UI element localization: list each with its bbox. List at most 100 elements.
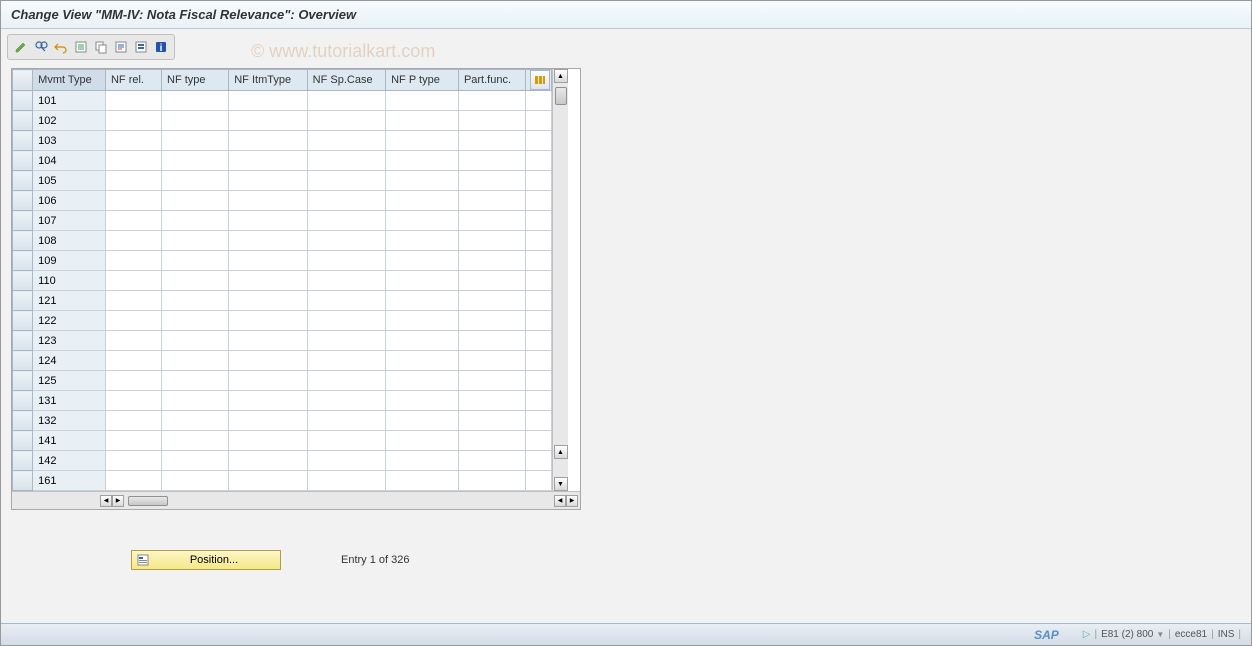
table-row[interactable]: 104 bbox=[13, 151, 552, 171]
table-row[interactable]: 122 bbox=[13, 311, 552, 331]
scroll-right-end-icon[interactable]: ▶ bbox=[566, 495, 578, 507]
column-header-nfp[interactable]: NF P type bbox=[386, 70, 459, 91]
cell-nfrel[interactable] bbox=[105, 91, 161, 111]
row-selector[interactable] bbox=[13, 231, 33, 251]
cell-nftype[interactable] bbox=[162, 191, 229, 211]
cell-nftype[interactable] bbox=[162, 271, 229, 291]
cell-nfp[interactable] bbox=[386, 431, 459, 451]
cell-nfitm[interactable] bbox=[229, 411, 307, 431]
cell-nfsp[interactable] bbox=[307, 291, 385, 311]
cell-nfp[interactable] bbox=[386, 291, 459, 311]
cell-mvmt[interactable]: 108 bbox=[33, 231, 106, 251]
cell-nfp[interactable] bbox=[386, 131, 459, 151]
cell-nfitm[interactable] bbox=[229, 271, 307, 291]
row-selector[interactable] bbox=[13, 451, 33, 471]
cell-nfsp[interactable] bbox=[307, 431, 385, 451]
cell-nfp[interactable] bbox=[386, 271, 459, 291]
table-row[interactable]: 131 bbox=[13, 391, 552, 411]
cell-part[interactable] bbox=[458, 331, 525, 351]
cell-nfp[interactable] bbox=[386, 471, 459, 491]
cell-blank[interactable] bbox=[526, 231, 552, 251]
cell-nftype[interactable] bbox=[162, 171, 229, 191]
cell-nfsp[interactable] bbox=[307, 191, 385, 211]
cell-nftype[interactable] bbox=[162, 131, 229, 151]
cell-nfrel[interactable] bbox=[105, 271, 161, 291]
cell-part[interactable] bbox=[458, 271, 525, 291]
cell-nfp[interactable] bbox=[386, 111, 459, 131]
cell-part[interactable] bbox=[458, 191, 525, 211]
cell-mvmt[interactable]: 122 bbox=[33, 311, 106, 331]
table-config-button[interactable] bbox=[526, 70, 552, 91]
cell-nfrel[interactable] bbox=[105, 251, 161, 271]
cell-nfitm[interactable] bbox=[229, 291, 307, 311]
cell-nfp[interactable] bbox=[386, 231, 459, 251]
cell-mvmt[interactable]: 121 bbox=[33, 291, 106, 311]
scroll-thumb[interactable] bbox=[555, 87, 567, 105]
cell-nfsp[interactable] bbox=[307, 391, 385, 411]
cell-nfp[interactable] bbox=[386, 171, 459, 191]
table-row[interactable]: 125 bbox=[13, 371, 552, 391]
cell-mvmt[interactable]: 124 bbox=[33, 351, 106, 371]
cell-nfitm[interactable] bbox=[229, 331, 307, 351]
cell-nfitm[interactable] bbox=[229, 471, 307, 491]
cell-nfitm[interactable] bbox=[229, 231, 307, 251]
cell-nftype[interactable] bbox=[162, 251, 229, 271]
scroll-bottom-icon[interactable]: ▼ bbox=[554, 477, 568, 491]
cell-nfitm[interactable] bbox=[229, 431, 307, 451]
cell-nftype[interactable] bbox=[162, 431, 229, 451]
cell-blank[interactable] bbox=[526, 471, 552, 491]
cell-nfsp[interactable] bbox=[307, 371, 385, 391]
cell-nfp[interactable] bbox=[386, 191, 459, 211]
row-selector[interactable] bbox=[13, 371, 33, 391]
cell-nftype[interactable] bbox=[162, 311, 229, 331]
cell-nfitm[interactable] bbox=[229, 171, 307, 191]
row-selector[interactable] bbox=[13, 391, 33, 411]
row-selector[interactable] bbox=[13, 351, 33, 371]
table-row[interactable]: 106 bbox=[13, 191, 552, 211]
cell-nfrel[interactable] bbox=[105, 211, 161, 231]
row-selector[interactable] bbox=[13, 411, 33, 431]
cell-nfrel[interactable] bbox=[105, 111, 161, 131]
cell-nftype[interactable] bbox=[162, 331, 229, 351]
cell-part[interactable] bbox=[458, 351, 525, 371]
cell-blank[interactable] bbox=[526, 191, 552, 211]
row-selector[interactable] bbox=[13, 191, 33, 211]
scroll-left-end-icon[interactable]: ◀ bbox=[554, 495, 566, 507]
cell-mvmt[interactable]: 105 bbox=[33, 171, 106, 191]
cell-nfsp[interactable] bbox=[307, 331, 385, 351]
cell-part[interactable] bbox=[458, 111, 525, 131]
hscroll-thumb[interactable] bbox=[128, 496, 168, 506]
column-header-nfrel[interactable]: NF rel. bbox=[105, 70, 161, 91]
table-row[interactable]: 124 bbox=[13, 351, 552, 371]
cell-nfrel[interactable] bbox=[105, 311, 161, 331]
cell-blank[interactable] bbox=[526, 351, 552, 371]
table-row[interactable]: 123 bbox=[13, 331, 552, 351]
cell-nfsp[interactable] bbox=[307, 351, 385, 371]
cell-nfsp[interactable] bbox=[307, 111, 385, 131]
table-row[interactable]: 101 bbox=[13, 91, 552, 111]
cell-nfitm[interactable] bbox=[229, 451, 307, 471]
cell-nfrel[interactable] bbox=[105, 331, 161, 351]
row-selector[interactable] bbox=[13, 171, 33, 191]
cell-blank[interactable] bbox=[526, 411, 552, 431]
cell-nfrel[interactable] bbox=[105, 171, 161, 191]
cell-nfrel[interactable] bbox=[105, 231, 161, 251]
cell-mvmt[interactable]: 106 bbox=[33, 191, 106, 211]
cell-nfsp[interactable] bbox=[307, 231, 385, 251]
cell-mvmt[interactable]: 102 bbox=[33, 111, 106, 131]
cell-mvmt[interactable]: 107 bbox=[33, 211, 106, 231]
cell-nfsp[interactable] bbox=[307, 411, 385, 431]
cell-nftype[interactable] bbox=[162, 91, 229, 111]
cell-nfitm[interactable] bbox=[229, 311, 307, 331]
table-row[interactable]: 161 bbox=[13, 471, 552, 491]
cell-part[interactable] bbox=[458, 291, 525, 311]
column-header-nftype[interactable]: NF type bbox=[162, 70, 229, 91]
cell-part[interactable] bbox=[458, 451, 525, 471]
table-row[interactable]: 121 bbox=[13, 291, 552, 311]
cell-nfp[interactable] bbox=[386, 451, 459, 471]
column-header-nfsp[interactable]: NF Sp.Case bbox=[307, 70, 385, 91]
table-row[interactable]: 103 bbox=[13, 131, 552, 151]
cell-part[interactable] bbox=[458, 231, 525, 251]
cell-blank[interactable] bbox=[526, 151, 552, 171]
cell-nfsp[interactable] bbox=[307, 271, 385, 291]
